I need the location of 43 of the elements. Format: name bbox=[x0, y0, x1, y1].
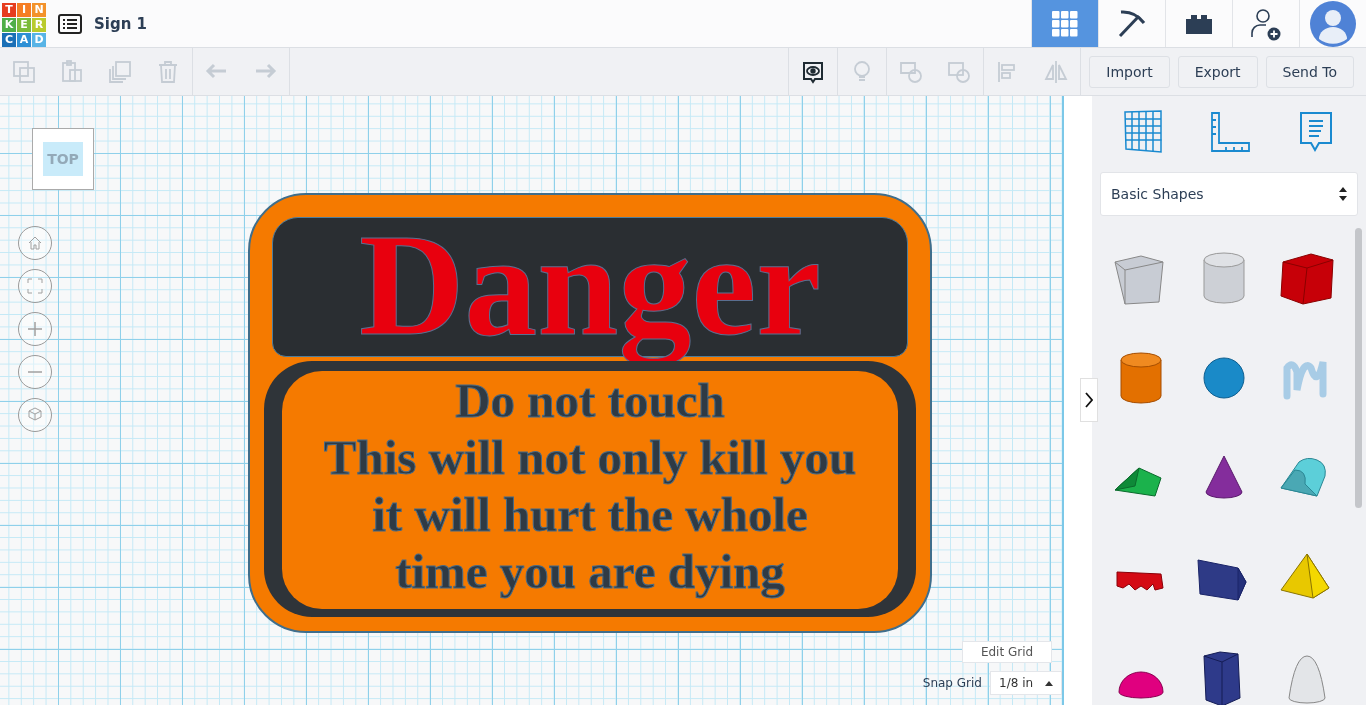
logo-letter: C bbox=[2, 32, 16, 47]
sign-text: This will not only kill you bbox=[323, 429, 857, 486]
sign-text: it will hurt the whole bbox=[372, 486, 808, 543]
perspective-button[interactable] bbox=[18, 398, 52, 432]
fit-view-button[interactable] bbox=[18, 269, 52, 303]
grid-icon bbox=[1052, 10, 1078, 37]
edit-grid-button[interactable]: Edit Grid bbox=[962, 641, 1052, 663]
collapse-panel-button[interactable] bbox=[1080, 378, 1098, 422]
brick-icon bbox=[1185, 12, 1213, 35]
home-view-button[interactable] bbox=[18, 226, 52, 260]
fit-view-icon bbox=[27, 278, 43, 294]
logo-letter: K bbox=[2, 17, 16, 32]
toolbar-button[interactable]: Export bbox=[1177, 55, 1258, 88]
minus-icon bbox=[27, 371, 43, 373]
chevron-right-icon bbox=[1085, 392, 1093, 408]
sign-model[interactable]: Danger Do not touch This will not only kill you it will hurt the whole time you are dying bbox=[248, 193, 932, 633]
ruler-icon[interactable] bbox=[1210, 110, 1252, 154]
zoom-out-button[interactable] bbox=[18, 355, 52, 389]
scrollbar[interactable] bbox=[1355, 228, 1362, 508]
logo-letter: A bbox=[17, 32, 31, 47]
plus-icon bbox=[27, 321, 43, 337]
zoom-in-button[interactable] bbox=[18, 312, 52, 346]
logo-letter: D bbox=[32, 32, 46, 47]
logo-letter: E bbox=[17, 17, 31, 32]
workplane-icon[interactable] bbox=[1122, 110, 1165, 154]
logo-letter: I bbox=[17, 2, 31, 17]
logo-letter: T bbox=[2, 2, 16, 17]
sort-arrows-icon bbox=[1339, 187, 1347, 201]
shape-library-select[interactable]: Basic Shapes bbox=[1100, 172, 1358, 216]
caret-up-icon bbox=[1045, 680, 1053, 686]
home-icon bbox=[27, 235, 43, 251]
design-title[interactable]: Sign 1 bbox=[94, 14, 148, 33]
sign-text: time you are dying bbox=[395, 543, 785, 600]
toolbar-button[interactable]: Send To bbox=[1265, 55, 1354, 88]
menu-list-icon[interactable] bbox=[58, 13, 82, 34]
toolbar-button[interactable]: Import bbox=[1089, 55, 1170, 88]
logo[interactable]: T I N K E R C A D bbox=[2, 2, 46, 47]
snap-grid-select[interactable]: 1/8 in bbox=[990, 671, 1062, 695]
logo-letter: R bbox=[32, 17, 46, 32]
add-user-icon bbox=[1250, 6, 1282, 41]
sign-text: Do not touch bbox=[455, 372, 725, 429]
logo-letter: N bbox=[32, 2, 46, 17]
snap-grid-label: Snap Grid bbox=[922, 676, 982, 690]
